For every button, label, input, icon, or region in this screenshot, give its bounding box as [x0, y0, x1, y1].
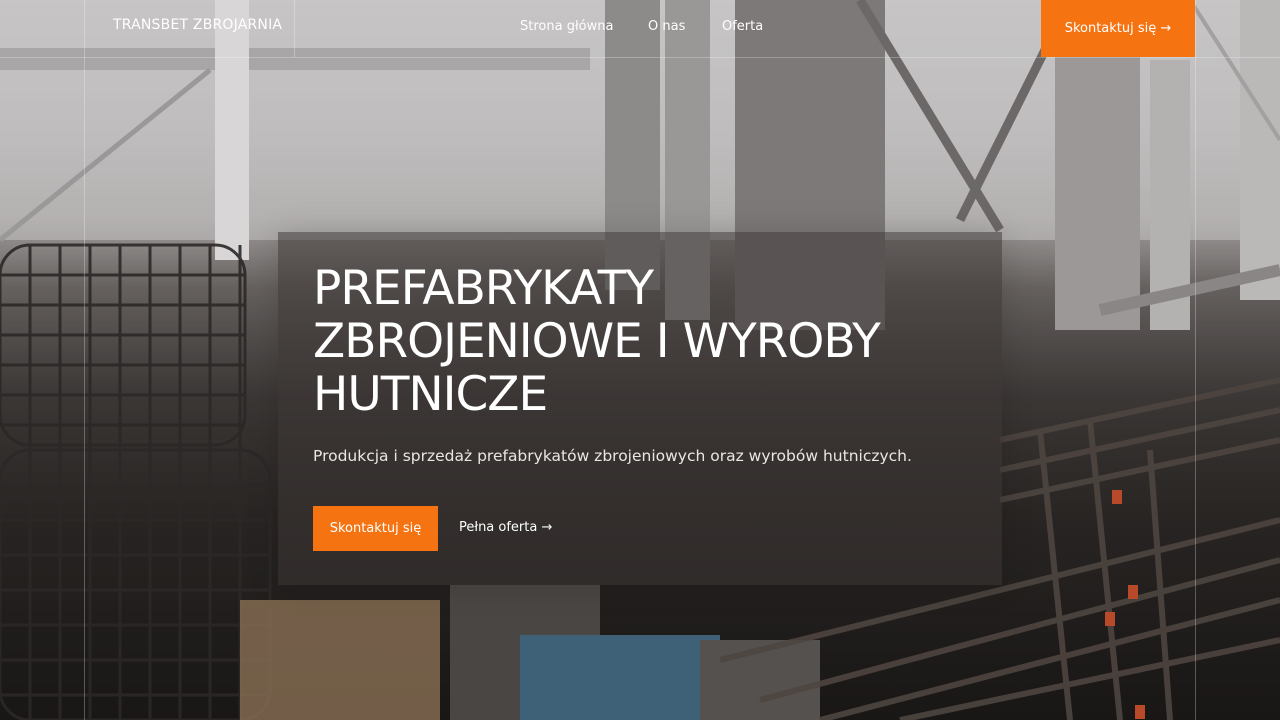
nav-item-home[interactable]: Strona główna	[520, 19, 613, 34]
hero-subtitle: Produkcja i sprzedaż prefabrykatów zbroj…	[313, 447, 912, 465]
grid-line	[84, 0, 85, 720]
hero-contact-button[interactable]: Skontaktuj się	[313, 506, 438, 551]
full-offer-link[interactable]: Pełna oferta →	[459, 520, 552, 535]
hero-title: PREFABRYKATY ZBROJENIOWE I WYROBY HUTNIC…	[313, 261, 881, 422]
header-contact-button[interactable]: Skontaktuj się →	[1041, 0, 1195, 57]
logo[interactable]: TRANSBET ZBROJARNIA	[113, 17, 282, 33]
nav-item-offer[interactable]: Oferta	[722, 19, 763, 34]
header-divider	[0, 57, 1280, 58]
site-header: TRANSBET ZBROJARNIA Strona główna O nas …	[0, 0, 1280, 57]
nav-item-about[interactable]: O nas	[648, 19, 685, 34]
grid-line	[1195, 0, 1196, 720]
